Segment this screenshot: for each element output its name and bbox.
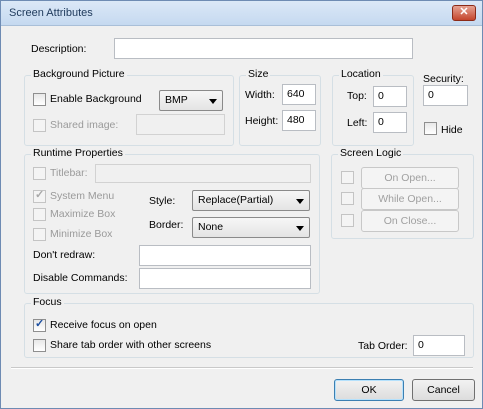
on-close-checkbox[interactable] <box>341 214 354 227</box>
security-input[interactable]: 0 <box>423 85 468 106</box>
description-label: Description: <box>31 43 87 55</box>
screen-attributes-dialog: Screen Attributes ✕ Description: Backgro… <box>0 0 483 409</box>
style-label: Style: <box>149 195 176 207</box>
height-label: Height: <box>245 115 279 127</box>
left-label: Left: <box>347 117 368 129</box>
location-title: Location <box>339 68 383 80</box>
shared-image-checkbox[interactable] <box>33 119 46 132</box>
system-menu-label: System Menu <box>50 190 115 202</box>
width-input[interactable]: 640 <box>282 84 316 105</box>
chevron-down-icon <box>296 226 304 231</box>
dont-redraw-label: Don't redraw: <box>33 249 96 261</box>
receive-focus-checkbox[interactable]: ✓ <box>33 318 46 332</box>
security-label: Security: <box>423 73 464 85</box>
chevron-down-icon <box>209 99 217 104</box>
minimize-box-checkbox[interactable] <box>33 228 46 241</box>
left-input[interactable]: 0 <box>373 112 407 133</box>
ok-button[interactable]: OK <box>334 379 404 401</box>
separator <box>11 367 473 369</box>
shared-image-input[interactable] <box>136 114 225 135</box>
shared-image-label: Shared image: <box>50 119 119 131</box>
tab-order-label: Tab Order: <box>358 340 408 352</box>
border-dropdown[interactable]: None <box>192 217 310 238</box>
cancel-button[interactable]: Cancel <box>412 379 475 401</box>
runtime-properties-title: Runtime Properties <box>31 147 125 159</box>
checkmark-icon: ✓ <box>35 189 45 201</box>
style-dropdown[interactable]: Replace(Partial) <box>192 190 310 211</box>
maximize-box-label: Maximize Box <box>50 208 116 220</box>
background-format-dropdown[interactable]: BMP <box>159 90 223 111</box>
enable-background-checkbox[interactable] <box>33 93 46 106</box>
close-button[interactable]: ✕ <box>452 5 476 21</box>
border-label: Border: <box>149 219 184 231</box>
background-format-value: BMP <box>165 94 188 106</box>
tab-order-input[interactable]: 0 <box>413 335 465 356</box>
focus-title: Focus <box>31 296 64 308</box>
top-label: Top: <box>347 90 367 102</box>
screen-logic-title: Screen Logic <box>338 147 404 159</box>
chevron-down-icon <box>296 199 304 204</box>
maximize-box-checkbox[interactable] <box>33 208 46 221</box>
top-input[interactable]: 0 <box>373 86 407 107</box>
height-input[interactable]: 480 <box>282 110 316 131</box>
share-tab-order-label: Share tab order with other screens <box>50 339 212 351</box>
checkmark-icon: ✓ <box>35 318 45 330</box>
disable-commands-input[interactable] <box>139 268 311 289</box>
dialog-title: Screen Attributes <box>9 7 93 19</box>
minimize-box-label: Minimize Box <box>50 228 113 240</box>
size-title: Size <box>246 68 271 80</box>
disable-commands-label: Disable Commands: <box>33 272 128 284</box>
enable-background-label: Enable Background <box>50 93 142 105</box>
titlebar-input[interactable] <box>95 164 311 183</box>
while-open-button[interactable]: While Open... <box>361 188 459 210</box>
while-open-checkbox[interactable] <box>341 192 354 205</box>
system-menu-checkbox[interactable]: ✓ <box>33 189 46 203</box>
share-tab-order-checkbox[interactable] <box>33 339 46 352</box>
style-value: Replace(Partial) <box>198 194 274 206</box>
titlebar-checkbox[interactable] <box>33 167 46 180</box>
width-label: Width: <box>245 89 275 101</box>
title-bar: Screen Attributes ✕ <box>1 1 482 26</box>
description-input[interactable] <box>114 38 413 59</box>
dont-redraw-input[interactable] <box>139 245 311 266</box>
on-close-button[interactable]: On Close... <box>361 210 459 232</box>
hide-checkbox[interactable] <box>424 122 437 135</box>
background-picture-title: Background Picture <box>31 68 127 80</box>
on-open-checkbox[interactable] <box>341 171 354 184</box>
close-icon: ✕ <box>459 6 469 18</box>
titlebar-label: Titlebar: <box>50 167 88 179</box>
border-value: None <box>198 221 224 233</box>
hide-label: Hide <box>441 124 463 136</box>
receive-focus-label: Receive focus on open <box>50 319 157 331</box>
on-open-button[interactable]: On Open... <box>361 167 459 189</box>
